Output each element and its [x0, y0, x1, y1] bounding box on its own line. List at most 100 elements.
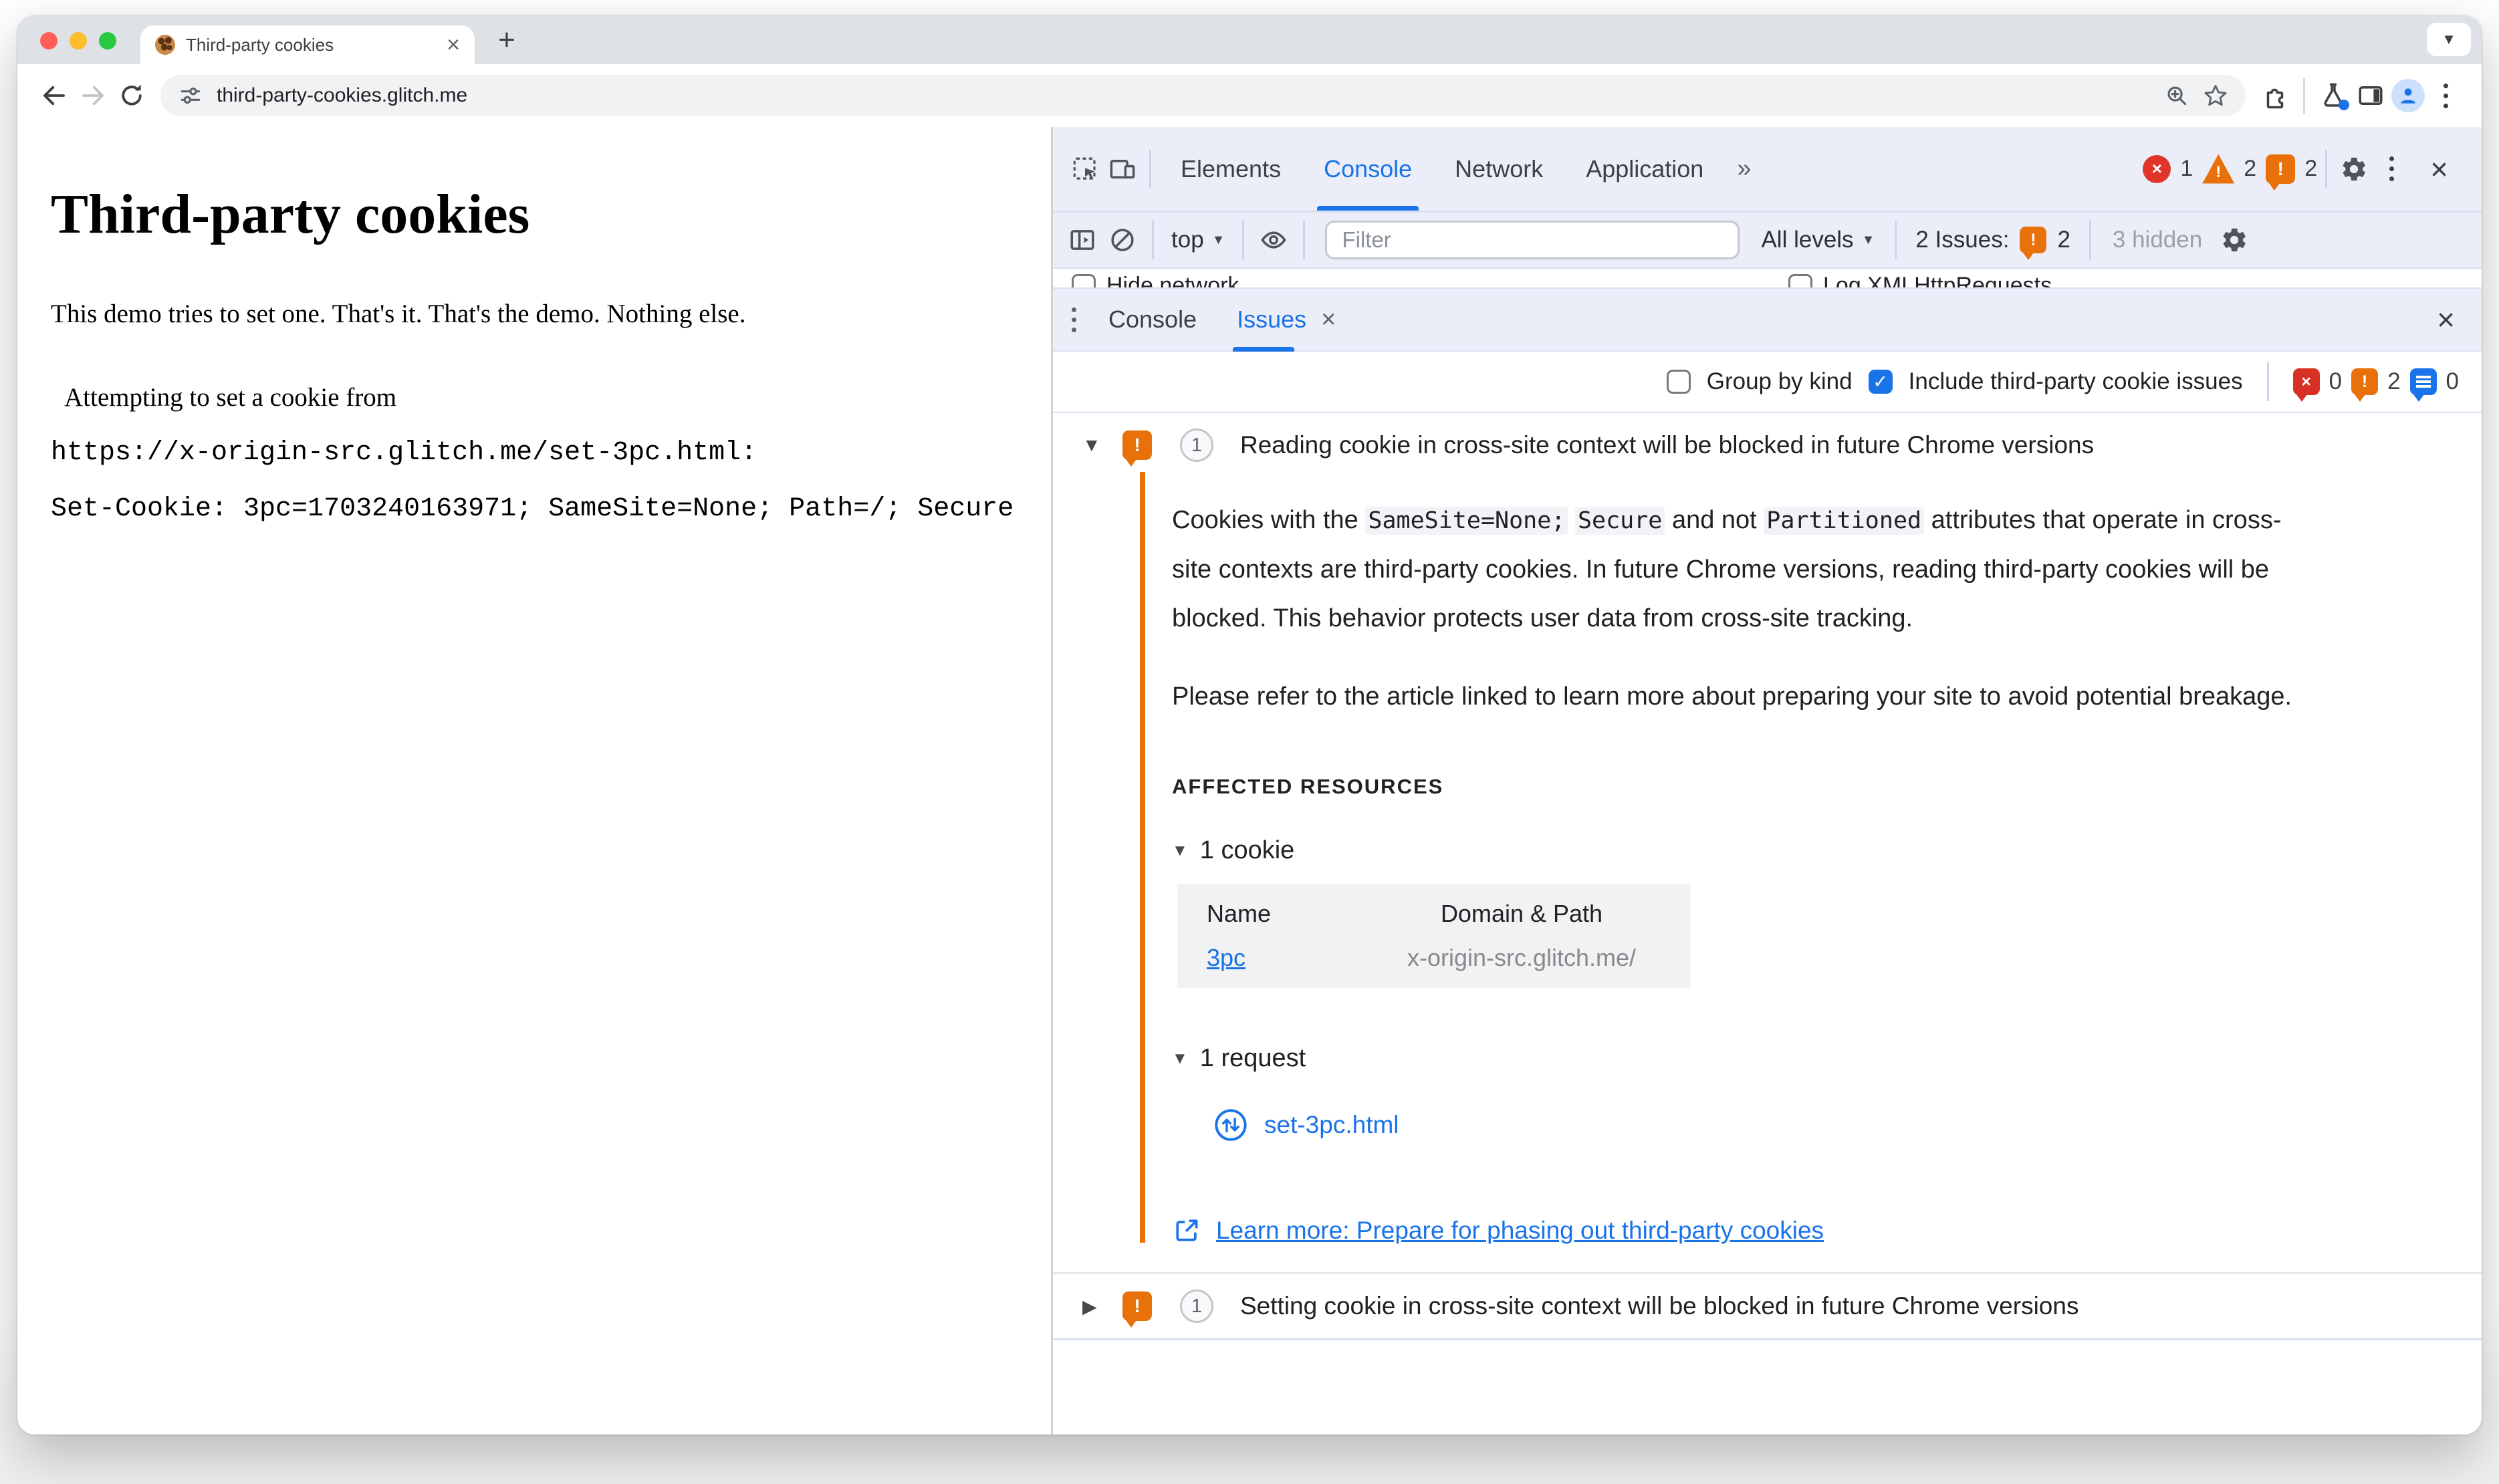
- avatar: [2391, 79, 2425, 112]
- url-text[interactable]: third-party-cookies.glitch.me: [217, 84, 2151, 107]
- external-link-icon: [1176, 1219, 1198, 1241]
- issue-header[interactable]: ▼ ! 1 Reading cookie in cross-site conte…: [1053, 413, 2482, 477]
- toolbar-separator: [1242, 221, 1245, 259]
- collapse-triangle-icon[interactable]: ▼: [1082, 435, 1112, 456]
- toolbar-separator: [1149, 149, 1151, 189]
- close-window-button[interactable]: [40, 32, 57, 49]
- tab-close-icon[interactable]: ×: [447, 33, 460, 56]
- devtools-panel: Elements Console Network Application » ×…: [1051, 127, 2482, 1435]
- issue-title[interactable]: Reading cookie in cross-site context wil…: [1240, 431, 2094, 459]
- more-tabs-chevron-icon[interactable]: »: [1725, 154, 1760, 183]
- console-filter-input[interactable]: [1325, 221, 1740, 259]
- expand-triangle-icon[interactable]: ▶: [1082, 1295, 1112, 1318]
- learn-more-link[interactable]: Learn more: Prepare for phasing out thir…: [1216, 1217, 1824, 1245]
- cookie-group-row[interactable]: ▼ 1 cookie: [1172, 836, 2442, 865]
- text-segment: [1568, 506, 1575, 534]
- device-toolbar-button[interactable]: [1104, 150, 1141, 188]
- issue-title[interactable]: Setting cookie in cross-site context wil…: [1240, 1292, 2078, 1320]
- issue-count-pill: 1: [1180, 1289, 1213, 1323]
- cookie-domain: x-origin-src.glitch.me/: [1407, 944, 1637, 971]
- breaking-change-badge-icon: !: [2351, 368, 2379, 402]
- console-status-badges[interactable]: × 1 ! 2 ! 2: [2143, 154, 2317, 191]
- checkbox[interactable]: [1072, 273, 1096, 287]
- gear-icon: [2343, 157, 2365, 180]
- extensions-button[interactable]: [2256, 77, 2294, 114]
- toolbar-separator: [1303, 221, 1306, 259]
- close-issues-tab-icon[interactable]: ×: [1321, 305, 1336, 334]
- warning-count: 2: [2244, 156, 2257, 181]
- improvement-badge-icon: [2409, 368, 2437, 402]
- drawer-tab-console[interactable]: Console: [1088, 289, 1217, 350]
- toolbar-separator: [2303, 78, 2305, 114]
- console-sidebar-button[interactable]: [1064, 221, 1101, 259]
- tab-label: Elements: [1181, 154, 1282, 182]
- web-page: Third-party cookies This demo tries to s…: [17, 127, 1051, 1435]
- checkbox[interactable]: [1788, 273, 1812, 287]
- back-button[interactable]: [35, 76, 74, 115]
- collapse-triangle-icon[interactable]: ▼: [1172, 842, 1188, 860]
- browser-menu-button[interactable]: [2427, 77, 2464, 114]
- drawer-tab-issues[interactable]: Issues ×: [1217, 289, 1356, 352]
- devtools-menu-button[interactable]: [2373, 150, 2410, 188]
- forward-button[interactable]: [74, 76, 112, 115]
- screen: Third-party cookies × + ▼ third-party-co…: [0, 0, 2499, 1484]
- group-by-kind-checkbox[interactable]: [1666, 370, 1691, 394]
- issues-counter-label: 2 Issues:: [1915, 227, 2010, 253]
- column-name: Name: [1207, 900, 1272, 927]
- affected-resources-heading: AFFECTED RESOURCES: [1172, 775, 1444, 798]
- tab-console[interactable]: Console: [1302, 127, 1433, 211]
- chevron-down-icon: ▼: [1861, 232, 1875, 247]
- console-settings-peek: Hide network Log XMLHttpRequests: [1053, 269, 2482, 287]
- drawer-menu-icon[interactable]: [1060, 307, 1088, 332]
- group-by-kind-label[interactable]: Group by kind: [1707, 368, 1853, 395]
- console-settings-button[interactable]: [2216, 221, 2253, 259]
- tab-network[interactable]: Network: [1433, 127, 1564, 211]
- devtools-close-button[interactable]: ×: [2410, 151, 2468, 187]
- request-file-link[interactable]: set-3pc.html: [1264, 1111, 1399, 1139]
- code-samesite: SameSite=None;: [1365, 507, 1568, 535]
- collapse-triangle-icon[interactable]: ▼: [1172, 1049, 1188, 1068]
- page-title: Third-party cookies: [51, 183, 530, 245]
- log-xhr-setting[interactable]: Log XMLHttpRequests: [1788, 273, 2052, 287]
- live-expression-button[interactable]: [1255, 221, 1292, 259]
- request-group-row[interactable]: ▼ 1 request: [1172, 1044, 2442, 1073]
- profile-button[interactable]: [2389, 77, 2427, 114]
- side-panel-button[interactable]: [2352, 77, 2389, 114]
- reload-button[interactable]: [112, 76, 151, 115]
- maximize-window-button[interactable]: [99, 32, 116, 49]
- request-row[interactable]: set-3pc.html: [1213, 1108, 2442, 1142]
- zoom-icon[interactable]: [2164, 83, 2189, 108]
- cookie-name-link[interactable]: 3pc: [1207, 944, 1382, 972]
- tab-search-chevron-icon[interactable]: ▼: [2427, 23, 2471, 56]
- column-domain-path: Domain & Path: [1440, 900, 1603, 927]
- url-bar[interactable]: third-party-cookies.glitch.me: [160, 75, 2246, 116]
- include-third-party-label[interactable]: Include third-party cookie issues: [1909, 368, 2243, 395]
- window-content: Third-party cookies This demo tries to s…: [17, 127, 2482, 1435]
- learn-more-row[interactable]: Learn more: Prepare for phasing out thir…: [1172, 1216, 2442, 1245]
- hidden-messages-label[interactable]: 3 hidden: [2102, 227, 2213, 253]
- issues-end-separator: [1053, 1338, 2482, 1340]
- error-count: 1: [2180, 156, 2193, 181]
- new-tab-button[interactable]: +: [489, 23, 524, 57]
- tab-elements[interactable]: Elements: [1159, 127, 1302, 211]
- clear-console-button[interactable]: [1104, 221, 1141, 259]
- tab-application[interactable]: Application: [1564, 127, 1725, 211]
- inspect-element-button[interactable]: [1066, 150, 1104, 188]
- issue-header[interactable]: ▶ ! 1 Setting cookie in cross-site conte…: [1053, 1274, 2482, 1338]
- devtools-toolbar: Elements Console Network Application » ×…: [1053, 127, 2482, 213]
- context-selector[interactable]: top ▼: [1165, 227, 1231, 253]
- hide-network-setting[interactable]: Hide network: [1072, 273, 1239, 287]
- include-third-party-checkbox[interactable]: ✓: [1868, 370, 1893, 394]
- tab-label: Network: [1455, 154, 1544, 182]
- experiments-button[interactable]: [2314, 77, 2352, 114]
- site-settings-icon[interactable]: [178, 83, 203, 108]
- browser-tab[interactable]: Third-party cookies ×: [140, 25, 475, 64]
- bookmark-star-icon[interactable]: [2203, 83, 2228, 108]
- log-levels-selector[interactable]: All levels ▼: [1752, 227, 1884, 253]
- devtools-settings-button[interactable]: [2335, 150, 2373, 188]
- back-arrow-icon: [43, 86, 65, 106]
- minimize-window-button[interactable]: [70, 32, 87, 49]
- drawer-close-button[interactable]: ×: [2417, 301, 2475, 338]
- gear-icon: [2223, 228, 2246, 252]
- issues-counter[interactable]: 2 Issues: ! 2: [1907, 227, 2078, 260]
